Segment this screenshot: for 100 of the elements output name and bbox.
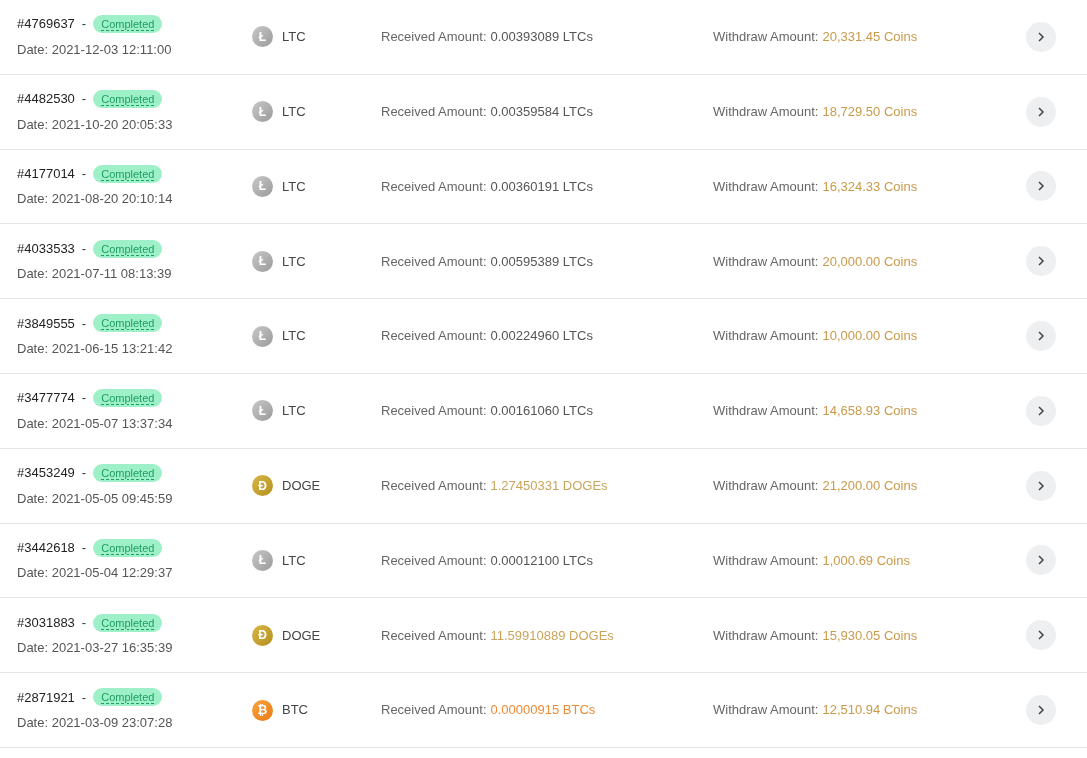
coin-name: LTC	[282, 551, 306, 570]
details-button[interactable]	[1026, 545, 1056, 576]
withdraw-label: Withdraw Amount:	[713, 626, 819, 645]
transaction-date: Date: 2021-03-27 16:35:39	[17, 639, 174, 658]
withdraw-label: Withdraw Amount:	[713, 701, 819, 720]
chevron-right-icon	[1037, 405, 1045, 416]
received-label: Received Amount:	[381, 102, 487, 121]
transaction-id: #3849555	[17, 314, 75, 333]
received-amount: 0.00012100 LTCs	[490, 551, 593, 570]
transaction-date: Date: 2021-10-20 20:05:33	[17, 115, 174, 134]
received-label: Received Amount:	[381, 28, 487, 47]
coin-name: LTC	[282, 402, 306, 421]
received-amount: 1.27450331 DOGEs	[490, 476, 608, 495]
chevron-right-icon	[1037, 106, 1045, 117]
received-label: Received Amount:	[381, 551, 487, 570]
transaction-id: #4033533	[17, 239, 75, 258]
received-amount: 0.00393089 LTCs	[490, 28, 593, 47]
withdraw-amount: 1,000.69 Coins	[822, 551, 910, 570]
chevron-right-icon	[1037, 31, 1045, 42]
withdraw-amount: 15,930.05 Coins	[822, 626, 918, 645]
transaction-date: Date: 2021-12-03 12:11:00	[17, 40, 173, 59]
transaction-id: #4482530	[17, 90, 75, 109]
received-label: Received Amount:	[381, 327, 487, 346]
coin-icon: Ł	[252, 176, 273, 197]
status-badge: Completed	[93, 538, 163, 557]
details-button[interactable]	[1026, 620, 1056, 651]
status-badge: Completed	[93, 239, 163, 258]
details-button[interactable]	[1026, 246, 1056, 277]
coin-icon: Ł	[252, 325, 273, 347]
withdraw-amount: 20,331.45 Coins	[822, 28, 918, 47]
chevron-right-icon	[1037, 256, 1045, 267]
transaction-id: #3031883	[17, 613, 75, 632]
withdraw-amount: 21,200.00 Coins	[822, 476, 918, 495]
status-badge: Completed	[93, 389, 163, 408]
transaction-id: #4769637	[17, 15, 75, 34]
received-label: Received Amount:	[381, 476, 487, 495]
separator-dash: -	[81, 389, 87, 408]
separator-dash: -	[81, 239, 87, 258]
separator-dash: -	[81, 688, 87, 707]
coin-icon: Ð	[252, 624, 273, 646]
transaction-date: Date: 2021-08-20 20:10:14	[17, 190, 174, 209]
status-badge: Completed	[93, 463, 163, 482]
received-label: Received Amount:	[381, 252, 487, 271]
received-label: Received Amount:	[381, 626, 487, 645]
coin-icon: Ł	[252, 26, 273, 48]
details-button[interactable]	[1026, 21, 1056, 52]
received-amount: 0.00360191 LTCs	[490, 177, 593, 196]
transaction-id: #2871921	[17, 688, 75, 707]
status-badge: Completed	[93, 89, 163, 108]
coin-name: DOGE	[282, 476, 321, 495]
withdraw-label: Withdraw Amount:	[713, 28, 819, 47]
separator-dash: -	[81, 464, 87, 483]
coin-icon: ₿	[252, 699, 273, 721]
transaction-date: Date: 2021-05-05 09:45:59	[17, 489, 174, 508]
received-label: Received Amount:	[381, 701, 487, 720]
withdraw-amount: 12,510.94 Coins	[822, 701, 918, 720]
transaction-id: #3453249	[17, 464, 75, 483]
status-badge: Completed	[93, 314, 163, 333]
details-button[interactable]	[1026, 96, 1056, 127]
received-amount: 0.00359584 LTCs	[490, 102, 593, 121]
withdraw-label: Withdraw Amount:	[713, 327, 819, 346]
coin-icon: Ð	[252, 475, 273, 497]
coin-name: LTC	[282, 28, 306, 47]
withdraw-label: Withdraw Amount:	[713, 551, 819, 570]
received-amount: 0.00161060 LTCs	[490, 402, 593, 421]
chevron-right-icon	[1037, 181, 1045, 192]
received-amount: 0.00000915 BTCs	[490, 701, 596, 720]
coin-icon: Ł	[252, 400, 273, 422]
withdraw-label: Withdraw Amount:	[713, 252, 819, 271]
coin-icon: Ł	[252, 549, 273, 571]
transaction-id: #3442618	[17, 538, 75, 557]
separator-dash: -	[81, 613, 87, 632]
coin-name: DOGE	[282, 626, 321, 645]
withdraw-amount: 16,324.33 Coins	[822, 177, 918, 196]
details-button[interactable]	[1026, 470, 1056, 501]
separator-dash: -	[81, 90, 87, 109]
transaction-date: Date: 2021-06-15 13:21:42	[17, 340, 174, 359]
withdraw-label: Withdraw Amount:	[713, 177, 819, 196]
transaction-date: Date: 2021-05-04 12:29:37	[17, 564, 174, 583]
status-badge: Completed	[93, 688, 163, 707]
details-button[interactable]	[1026, 695, 1056, 726]
withdraw-label: Withdraw Amount:	[713, 102, 819, 121]
chevron-right-icon	[1037, 555, 1045, 566]
details-button[interactable]	[1026, 395, 1056, 426]
coin-icon: Ł	[252, 101, 273, 123]
coin-name: LTC	[282, 327, 306, 346]
separator-dash: -	[81, 165, 87, 183]
withdraw-amount: 20,000.00 Coins	[822, 252, 918, 271]
details-button[interactable]	[1026, 171, 1056, 202]
withdraw-label: Withdraw Amount:	[713, 402, 819, 421]
separator-dash: -	[81, 15, 87, 34]
coin-icon: Ł	[252, 250, 273, 272]
withdraw-amount: 10,000.00 Coins	[822, 327, 918, 346]
transaction-date: Date: 2021-05-07 13:37:34	[17, 414, 174, 433]
details-button[interactable]	[1026, 321, 1056, 352]
received-amount: 11.59910889 DOGEs	[490, 626, 614, 645]
chevron-right-icon	[1037, 480, 1045, 491]
separator-dash: -	[81, 538, 87, 557]
withdraw-amount: 14,658.93 Coins	[822, 402, 918, 421]
status-badge: Completed	[93, 164, 163, 183]
